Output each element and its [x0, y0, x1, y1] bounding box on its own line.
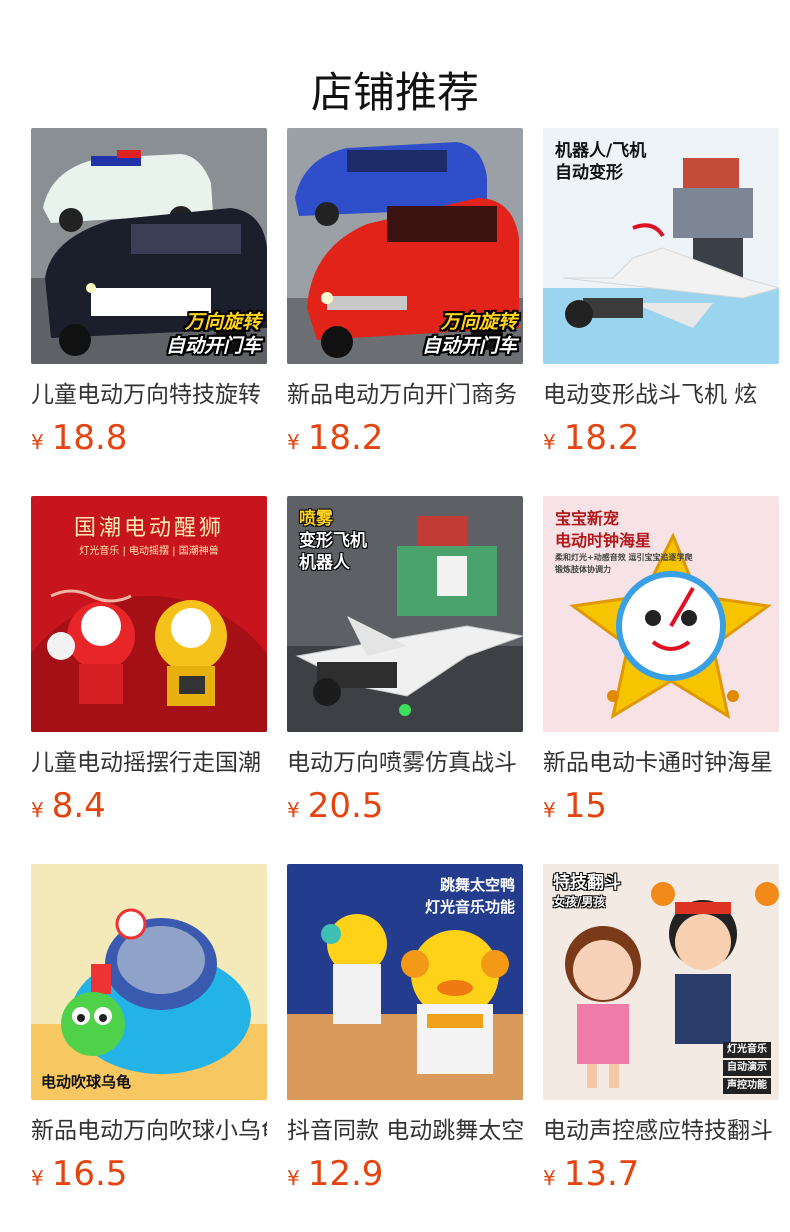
image-badge: 万向旋转 自动开门车 — [421, 311, 517, 357]
turtle-ball-toy-image — [31, 864, 267, 1100]
product-image[interactable]: 万向旋转 自动开门车 — [287, 128, 523, 364]
page-title: 店铺推荐 — [310, 68, 479, 118]
price-value: 18.2 — [563, 418, 640, 458]
product-name[interactable]: 电动万向喷雾仿真战斗 — [287, 746, 523, 780]
image-badge: 万向旋转 自动开门车 — [165, 311, 261, 357]
currency-symbol: ¥ — [287, 1166, 300, 1190]
image-feature-list: 灯光音乐 自动演示 声控功能 — [723, 1040, 771, 1094]
product-name[interactable]: 电动声控感应特技翻斗 — [543, 1114, 779, 1148]
product-price: ¥18.2 — [287, 418, 523, 458]
image-caption: 电动吹球乌龟 — [41, 1073, 132, 1091]
product-price: ¥8.4 — [31, 786, 267, 826]
image-caption: 跳舞太空鸭 灯光音乐功能 — [424, 876, 515, 916]
product-grid: 万向旋转 自动开门车 儿童电动万向特技旋转 ¥18.8 万向旋转 自动开门车 新… — [31, 128, 779, 1232]
currency-symbol: ¥ — [31, 1166, 44, 1190]
product-name[interactable]: 新品电动卡通时钟海星 — [543, 746, 779, 780]
product-price: ¥15 — [543, 786, 779, 826]
product-image[interactable]: 电动吹球乌龟 — [31, 864, 267, 1100]
price-value: 15 — [563, 786, 607, 826]
product-card[interactable]: 特技翻斗 女孩/男孩 灯光音乐 自动演示 声控功能 电动声控感应特技翻斗 ¥13… — [543, 864, 779, 1232]
product-price: ¥18.2 — [543, 418, 779, 458]
image-caption: 国潮电动醒狮 — [73, 516, 224, 541]
product-name[interactable]: 新品电动万向开门商务 — [287, 378, 523, 412]
product-image[interactable]: 宝宝新宠 电动时钟海星 柔和灯光+动感音效 逗引宝宝追逐学爬 锻炼肢体协调力 — [543, 496, 779, 732]
image-subcaption: 灯光音乐 | 电动摇摆 | 国潮神兽 — [79, 546, 219, 557]
image-caption: 特技翻斗 女孩/男孩 — [553, 873, 621, 909]
product-image[interactable]: 特技翻斗 女孩/男孩 灯光音乐 自动演示 声控功能 — [543, 864, 779, 1100]
product-name[interactable]: 抖音同款 电动跳舞太空鸭 — [287, 1114, 523, 1148]
price-value: 13.7 — [563, 1154, 640, 1194]
price-value: 8.4 — [51, 786, 106, 826]
currency-symbol: ¥ — [31, 430, 44, 454]
image-caption: 宝宝新宠 电动时钟海星 柔和灯光+动感音效 逗引宝宝追逐学爬 锻炼肢体协调力 — [555, 509, 693, 574]
product-card[interactable]: 万向旋转 自动开门车 新品电动万向开门商务 ¥18.2 — [287, 128, 523, 496]
price-value: 18.8 — [51, 418, 128, 458]
price-value: 12.9 — [307, 1154, 384, 1194]
image-caption: 机器人/飞机 自动变形 — [555, 141, 647, 183]
product-image[interactable]: 国潮电动醒狮 灯光音乐 | 电动摇摆 | 国潮神兽 — [31, 496, 267, 732]
currency-symbol: ¥ — [287, 430, 300, 454]
price-value: 20.5 — [307, 786, 384, 826]
currency-symbol: ¥ — [543, 430, 556, 454]
currency-symbol: ¥ — [543, 1166, 556, 1190]
product-card[interactable]: 喷雾 变形飞机 机器人 电动万向喷雾仿真战斗 ¥20.5 — [287, 496, 523, 864]
price-value: 18.2 — [307, 418, 384, 458]
product-card[interactable]: 跳舞太空鸭 灯光音乐功能 抖音同款 电动跳舞太空鸭 ¥12.9 — [287, 864, 523, 1232]
product-image[interactable]: 喷雾 变形飞机 机器人 — [287, 496, 523, 732]
product-image[interactable]: 万向旋转 自动开门车 — [31, 128, 267, 364]
product-name[interactable]: 新品电动万向吹球小乌龟 — [31, 1114, 267, 1148]
product-name[interactable]: 儿童电动万向特技旋转 — [31, 378, 267, 412]
product-card[interactable]: 电动吹球乌龟 新品电动万向吹球小乌龟 ¥16.5 — [31, 864, 267, 1232]
price-value: 16.5 — [51, 1154, 128, 1194]
product-price: ¥18.8 — [31, 418, 267, 458]
product-image[interactable]: 跳舞太空鸭 灯光音乐功能 — [287, 864, 523, 1100]
product-card[interactable]: 机器人/飞机 自动变形 电动变形战斗飞机 炫 ¥18.2 — [543, 128, 779, 496]
product-price: ¥12.9 — [287, 1154, 523, 1194]
product-card[interactable]: 宝宝新宠 电动时钟海星 柔和灯光+动感音效 逗引宝宝追逐学爬 锻炼肢体协调力 新… — [543, 496, 779, 864]
product-price: ¥20.5 — [287, 786, 523, 826]
product-image[interactable]: 机器人/飞机 自动变形 — [543, 128, 779, 364]
product-name[interactable]: 电动变形战斗飞机 炫 — [543, 378, 779, 412]
product-name[interactable]: 儿童电动摇摆行走国潮 — [31, 746, 267, 780]
product-card[interactable]: 国潮电动醒狮 灯光音乐 | 电动摇摆 | 国潮神兽 儿童电动摇摆行走国潮 ¥8.… — [31, 496, 267, 864]
image-caption: 喷雾 变形飞机 机器人 — [299, 509, 367, 573]
product-price: ¥16.5 — [31, 1154, 267, 1194]
currency-symbol: ¥ — [287, 798, 300, 822]
product-card[interactable]: 万向旋转 自动开门车 儿童电动万向特技旋转 ¥18.8 — [31, 128, 267, 496]
product-price: ¥13.7 — [543, 1154, 779, 1194]
currency-symbol: ¥ — [543, 798, 556, 822]
currency-symbol: ¥ — [31, 798, 44, 822]
